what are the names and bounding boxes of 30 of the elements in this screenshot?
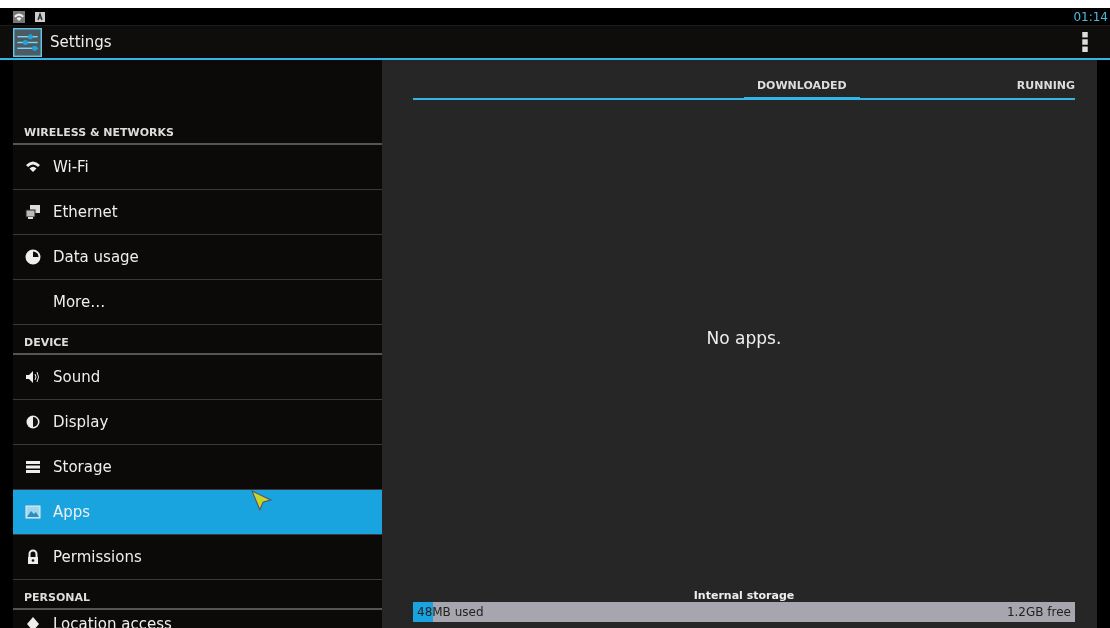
- tab[interactable]: DOWNLOADED: [743, 79, 860, 100]
- brightness-icon: [25, 414, 41, 430]
- settings-sliders-icon[interactable]: [13, 27, 42, 57]
- section-header: DEVICE: [24, 336, 69, 349]
- wifi-icon: [25, 159, 41, 175]
- settings-item[interactable]: Data usage: [13, 235, 382, 280]
- settings-item[interactable]: Permissions: [13, 535, 382, 580]
- lock-icon: [25, 549, 41, 565]
- overflow-menu-icon[interactable]: [1082, 32, 1088, 52]
- pointer-cursor-icon: [251, 490, 273, 512]
- app-title: Settings: [50, 33, 113, 51]
- settings-item[interactable]: Wi-Fi: [13, 145, 382, 190]
- location-icon: [25, 616, 41, 628]
- speaker-icon: [25, 369, 41, 385]
- storage-list-icon: [25, 459, 41, 475]
- clock-time: 01:14: [1073, 9, 1108, 24]
- empty-message: No apps.: [706, 327, 782, 348]
- section-header: WIRELESS & NETWORKS: [24, 126, 174, 139]
- picture-icon: [25, 504, 41, 520]
- storage-title: Internal storage: [693, 589, 795, 602]
- section-header: PERSONAL: [24, 591, 91, 604]
- settings-item[interactable]: Display: [13, 400, 382, 445]
- tab[interactable]: RUNNING: [1016, 79, 1075, 100]
- wifi-signal-icon: [13, 10, 25, 23]
- free-label: 1.2GB free: [1006, 605, 1071, 619]
- settings-item[interactable]: Ethernet: [13, 190, 382, 235]
- notification-icon: [35, 11, 45, 22]
- network-computers-icon: [25, 204, 41, 220]
- pie-chart-icon: [25, 249, 41, 265]
- settings-item[interactable]: Sound: [13, 355, 382, 400]
